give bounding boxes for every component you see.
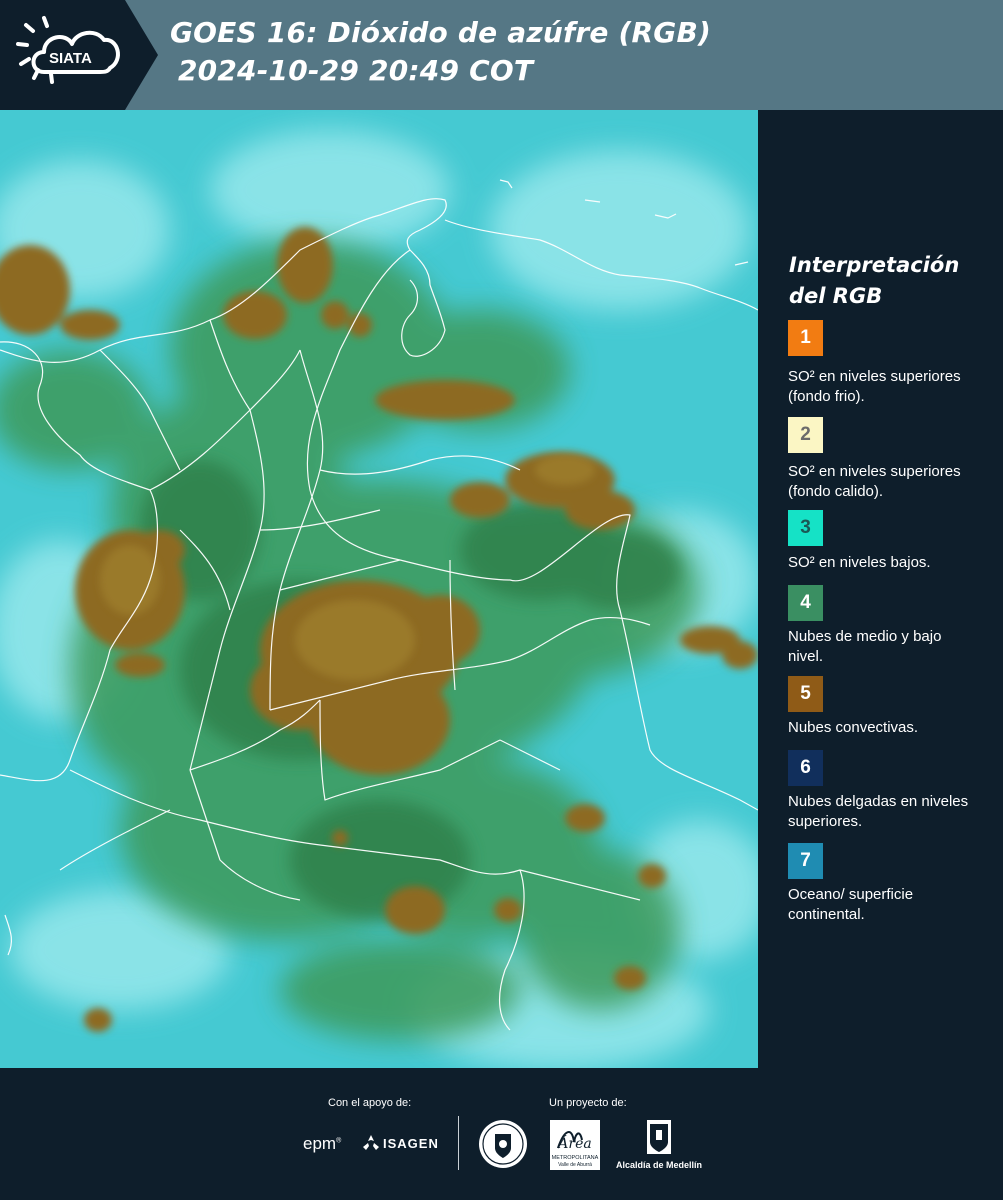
area-logo-subtext: METROPOLITANA	[552, 1155, 599, 1161]
legend-title: Interpretación del RGB	[789, 250, 989, 312]
page-title: GOES 16: Dióxido de azúfre (RGB)	[170, 16, 712, 49]
legend-swatch-2: 2	[788, 417, 823, 453]
isagen-logo[interactable]: ISAGEN	[362, 1132, 439, 1154]
legend-description-6: Nubes delgadas en niveles superiores.	[788, 793, 969, 830]
footer: Con el apoyo de: Un proyecto de: epm® IS…	[0, 1068, 1003, 1200]
alcaldia-shield-icon	[647, 1120, 671, 1154]
legend-swatch-6: 6	[788, 750, 823, 786]
siata-logo-icon: SIATA	[0, 0, 158, 110]
medellin-seal-icon[interactable]	[477, 1118, 529, 1170]
legend-swatch-3: 3	[788, 510, 823, 546]
legend-description-4: Nubes de medio y bajo nivel.	[788, 628, 942, 665]
isagen-text: ISAGEN	[383, 1135, 439, 1151]
legend-swatch-1: 1	[788, 320, 823, 356]
support-label: Con el apoyo de:	[328, 1097, 412, 1109]
area-logo-text: Área	[556, 1134, 591, 1152]
legend-description-5: Nubes convectivas.	[788, 719, 919, 736]
legend-swatch-7: 7	[788, 843, 823, 879]
legend-title-line1: Interpretación	[789, 253, 960, 277]
legend-description-3: SO² en niveles bajos.	[788, 554, 931, 571]
registered-mark: ®	[336, 1137, 342, 1145]
area-metropolitana-logo[interactable]: Área METROPOLITANA Valle de Aburrá	[550, 1120, 600, 1170]
satellite-map[interactable]	[0, 110, 758, 1068]
header-bar: SIATA GOES 16: Dióxido de azúfre (RGB) 2…	[0, 0, 1003, 110]
alcaldia-logo[interactable]: Alcaldía de Medellín	[614, 1118, 704, 1174]
legend-description-7: Oceano/ superficie continental.	[788, 886, 914, 923]
siata-brand-text: SIATA	[49, 50, 92, 67]
timestamp-title: 2024-10-29 20:49 COT	[178, 54, 534, 87]
satellite-image	[0, 110, 758, 1068]
area-logo-subtext2: Valle de Aburrá	[558, 1162, 592, 1168]
legend-description-2: SO² en niveles superiores (fondo calido)…	[788, 463, 961, 500]
legend-panel: Interpretación del RGB 1 SO² en niveles s…	[760, 110, 1003, 1068]
epm-logo-text: epm	[303, 1134, 337, 1153]
alcaldia-text: Alcaldía de Medellín	[615, 1160, 703, 1170]
project-label: Un proyecto de:	[549, 1097, 627, 1109]
siata-logo[interactable]: SIATA	[0, 0, 160, 110]
legend-description-1: SO² en niveles superiores (fondo frio).	[788, 368, 961, 405]
legend-swatch-5: 5	[788, 676, 823, 712]
footer-divider	[458, 1116, 459, 1170]
epm-logo[interactable]: epm®	[303, 1134, 341, 1154]
legend-title-line2: del RGB	[789, 284, 883, 308]
isagen-icon	[363, 1135, 379, 1150]
legend-swatch-4: 4	[788, 585, 823, 621]
